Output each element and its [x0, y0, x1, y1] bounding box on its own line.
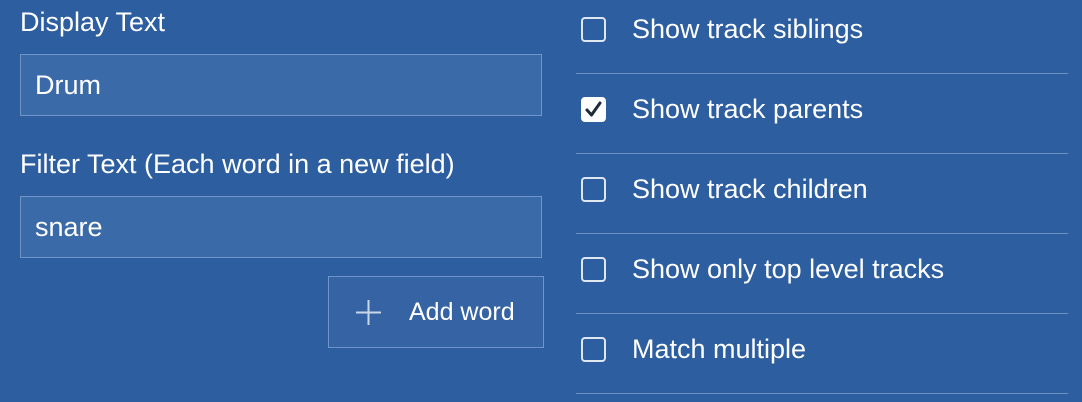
option-label: Show only top level tracks — [632, 254, 945, 284]
option-label: Show track parents — [632, 94, 864, 124]
option-match-multiple[interactable]: Match multiple — [576, 314, 1068, 394]
checkmark-icon — [585, 101, 602, 117]
filter-word-input[interactable] — [20, 196, 542, 258]
option-label: Show track siblings — [632, 14, 864, 44]
checkbox-unchecked[interactable] — [581, 177, 606, 202]
display-text-input[interactable] — [20, 54, 542, 116]
display-text-label: Display Text — [20, 7, 166, 37]
option-show-only-top-level-tracks[interactable]: Show only top level tracks — [576, 234, 1068, 314]
option-show-track-parents[interactable]: Show track parents — [576, 74, 1068, 154]
option-show-track-siblings[interactable]: Show track siblings — [576, 0, 1068, 74]
checkbox-unchecked[interactable] — [581, 257, 606, 282]
add-word-label: Add word — [409, 298, 515, 326]
option-show-track-children[interactable]: Show track children — [576, 154, 1068, 234]
filter-editor-panel: Display Text Filter Text (Each word in a… — [20, 0, 544, 402]
checkbox-checked[interactable] — [581, 97, 606, 122]
track-options-list: Show track siblings Show track parents S… — [576, 0, 1068, 402]
filter-text-label: Filter Text (Each word in a new field) — [20, 149, 455, 179]
divider — [576, 393, 1068, 394]
checkbox-unchecked[interactable] — [581, 337, 606, 362]
checkbox-unchecked[interactable] — [581, 17, 606, 42]
add-word-button[interactable]: Add word — [328, 276, 544, 348]
option-label: Show track children — [632, 174, 868, 204]
plus-icon — [355, 299, 382, 326]
option-label: Match multiple — [632, 334, 807, 364]
